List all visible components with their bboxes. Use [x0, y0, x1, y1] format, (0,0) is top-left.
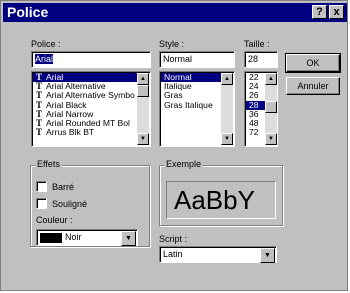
style-list-item[interactable]: Italique: [161, 82, 221, 91]
size-label: Taille :: [244, 39, 270, 49]
scroll-up-icon[interactable]: ▲: [265, 73, 277, 85]
size-item-label: 36: [249, 109, 259, 119]
style-list-scrollbar[interactable]: ▲ ▼: [221, 73, 233, 145]
style-item-label: Gras: [164, 91, 183, 101]
font-item-label: Arial: [46, 73, 64, 82]
size-item-label: 48: [249, 118, 259, 128]
style-item-label: Italique: [164, 82, 192, 92]
font-list-item[interactable]: T Arial Black: [33, 101, 137, 110]
size-list-item[interactable]: 48: [246, 119, 265, 128]
size-list-item[interactable]: 28: [246, 100, 265, 110]
close-button[interactable]: x: [329, 5, 344, 19]
font-list-scrollbar[interactable]: ▲ ▼: [137, 73, 149, 145]
size-item-label: 28: [249, 100, 259, 110]
font-dialog: Police ? x Police : Arial T Arial T Arial A…: [0, 0, 348, 291]
style-list-item[interactable]: Gras Italique: [161, 101, 221, 110]
truetype-icon: T: [36, 91, 43, 101]
size-list-item[interactable]: 24: [246, 82, 265, 91]
size-list-item[interactable]: 72: [246, 128, 265, 137]
color-swatch: [40, 233, 62, 243]
font-item-label: Arrus Blk BT: [46, 128, 95, 138]
size-value: 28: [248, 54, 259, 64]
strike-checkbox[interactable]: [36, 181, 47, 192]
sample-text: AaBbY: [174, 185, 255, 215]
chevron-down-icon[interactable]: ▼: [121, 231, 136, 246]
chevron-down-icon[interactable]: ▼: [260, 248, 275, 263]
truetype-icon: T: [36, 100, 43, 110]
font-list-item[interactable]: T Arial Narrow: [33, 110, 137, 119]
size-list-scrollbar[interactable]: ▲ ▼: [265, 73, 277, 145]
sample-label: Exemple: [164, 159, 204, 169]
scroll-down-icon[interactable]: ▼: [221, 133, 233, 145]
scroll-thumb[interactable]: [137, 85, 149, 97]
truetype-icon: T: [36, 82, 43, 92]
font-list-item[interactable]: T Arial: [33, 73, 137, 83]
underline-checkbox[interactable]: [36, 198, 47, 209]
font-item-label: Arial Rounded MT Bol: [46, 118, 130, 128]
style-input[interactable]: Normal: [159, 51, 235, 68]
sample-preview: AaBbY: [166, 181, 276, 219]
scroll-up-icon[interactable]: ▲: [137, 73, 149, 85]
color-value: Noir: [65, 232, 82, 242]
font-list-item[interactable]: T Arial Rounded MT Bol: [33, 119, 137, 128]
size-item-label: 22: [249, 73, 259, 82]
scroll-thumb[interactable]: [265, 101, 277, 113]
font-list-item[interactable]: T Arial Alternative Symbo: [33, 91, 137, 100]
strike-label: Barré: [52, 182, 75, 192]
scroll-down-icon[interactable]: ▼: [265, 133, 277, 145]
window-title: Police: [7, 4, 49, 20]
size-list-item[interactable]: 36: [246, 110, 265, 119]
script-value: Latin: [163, 249, 183, 259]
style-item-label: Normal: [164, 73, 192, 82]
font-name-value: Arial: [35, 54, 54, 64]
truetype-icon: T: [36, 109, 43, 119]
font-list[interactable]: T Arial T Arial Alternative T Arial Alternati…: [31, 71, 151, 147]
effects-label: Effets: [35, 159, 62, 169]
size-list[interactable]: 22 24 26 28 36 48 72 ▲ ▼: [244, 71, 278, 147]
font-item-label: Arial Narrow: [46, 109, 94, 119]
truetype-icon: T: [36, 128, 43, 138]
font-name-input[interactable]: Arial: [31, 51, 151, 68]
size-item-label: 72: [249, 128, 259, 138]
help-button[interactable]: ?: [312, 5, 327, 19]
truetype-icon: T: [36, 118, 43, 128]
underline-label: Souligné: [52, 199, 88, 209]
scroll-up-icon[interactable]: ▲: [221, 73, 233, 85]
scroll-down-icon[interactable]: ▼: [137, 133, 149, 145]
font-label: Police :: [31, 39, 61, 49]
style-label: Style :: [159, 39, 185, 49]
font-item-label: Arial Black: [46, 100, 87, 110]
style-list-item[interactable]: Gras: [161, 91, 221, 100]
font-list-item[interactable]: T Arrus Blk BT: [33, 128, 137, 137]
color-label: Couleur :: [36, 215, 73, 225]
color-select[interactable]: Noir ▼: [36, 229, 138, 246]
size-item-label: 26: [249, 91, 259, 101]
style-item-label: Gras Italique: [164, 100, 213, 110]
script-select[interactable]: Latin ▼: [159, 246, 277, 263]
ok-button[interactable]: OK: [285, 53, 341, 73]
style-list[interactable]: Normal Italique Gras Gras Italique ▲ ▼: [159, 71, 235, 147]
size-list-item[interactable]: 26: [246, 91, 265, 100]
font-list-item[interactable]: T Arial Alternative: [33, 82, 137, 91]
style-value: Normal: [163, 54, 193, 64]
cancel-button[interactable]: Annuler: [286, 77, 340, 95]
script-label: Script :: [159, 234, 188, 244]
size-list-item[interactable]: 22: [246, 73, 265, 82]
truetype-icon: T: [36, 73, 43, 82]
font-item-label: Arial Alternative: [46, 82, 106, 92]
style-list-item[interactable]: Normal: [161, 73, 221, 83]
size-input[interactable]: 28: [244, 51, 278, 68]
title-bar[interactable]: Police ? x: [3, 3, 347, 22]
font-item-label: Arial Alternative Symbo: [46, 91, 135, 101]
size-item-label: 24: [249, 82, 259, 92]
